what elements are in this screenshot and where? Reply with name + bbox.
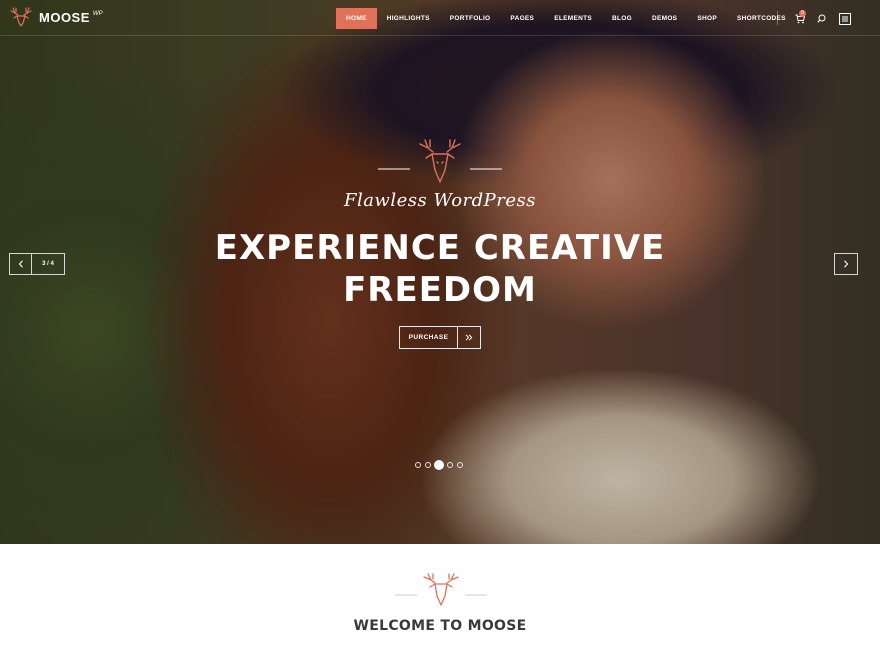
hero-slider: MOOSE WP HOME HIGHLIGHTS PORTFOLIO PAGES…	[0, 0, 880, 544]
nav-item-elements[interactable]: ELEMENTS	[544, 8, 602, 29]
main-nav: HOME HIGHLIGHTS PORTFOLIO PAGES ELEMENTS…	[336, 8, 796, 29]
nav-item-shortcodes[interactable]: SHORTCODES	[727, 8, 796, 29]
nav-item-home[interactable]: HOME	[336, 8, 377, 29]
slider-dot[interactable]	[425, 462, 431, 468]
site-header: MOOSE WP HOME HIGHLIGHTS PORTFOLIO PAGES…	[0, 0, 880, 36]
slider-dot-active[interactable]	[435, 461, 443, 469]
deer-emblem-icon	[395, 573, 487, 606]
deer-logo-icon	[10, 7, 32, 27]
slider-dot[interactable]	[457, 462, 463, 468]
slider-next-button[interactable]	[834, 253, 858, 275]
hero-title: EXPERIENCE CREATIVE FREEDOM	[160, 227, 720, 311]
hero-title-line-1: EXPERIENCE CREATIVE	[214, 228, 666, 268]
double-chevron-right-icon	[458, 327, 480, 348]
search-button[interactable]	[814, 8, 828, 29]
slider-dots	[415, 461, 467, 469]
purchase-button[interactable]: PURCHASE	[399, 326, 481, 349]
hero-title-line-2: FREEDOM	[343, 270, 537, 310]
cart-count-badge: 0	[799, 10, 806, 17]
logo-text: MOOSE	[39, 9, 90, 25]
slide-counter: 3 / 4	[42, 261, 54, 267]
chevron-left-icon[interactable]	[10, 254, 32, 274]
chevron-right-icon	[844, 260, 849, 268]
welcome-title: WELCOME TO MOOSE	[353, 618, 527, 634]
menu-icon	[839, 12, 851, 25]
nav-item-portfolio[interactable]: PORTFOLIO	[440, 8, 501, 29]
purchase-label: PURCHASE	[400, 327, 458, 348]
logo-superscript: WP	[92, 11, 103, 17]
cart-button[interactable]: 0	[792, 8, 808, 29]
nav-item-highlights[interactable]: HIGHLIGHTS	[377, 8, 440, 29]
nav-item-blog[interactable]: BLOG	[602, 8, 642, 29]
hero-subtitle: Flawless WordPress	[343, 190, 537, 211]
slider-prev-control[interactable]: 3 / 4	[9, 253, 65, 275]
menu-button[interactable]	[838, 8, 852, 29]
site-logo[interactable]: MOOSE WP	[9, 6, 103, 28]
nav-item-pages[interactable]: PAGES	[500, 8, 544, 29]
nav-item-shop[interactable]: SHOP	[687, 8, 727, 29]
slider-dot[interactable]	[415, 462, 421, 468]
search-icon	[816, 14, 825, 23]
nav-divider	[777, 11, 778, 25]
deer-emblem-icon	[378, 139, 502, 183]
slider-dot[interactable]	[447, 462, 453, 468]
nav-item-demos[interactable]: DEMOS	[642, 8, 687, 29]
